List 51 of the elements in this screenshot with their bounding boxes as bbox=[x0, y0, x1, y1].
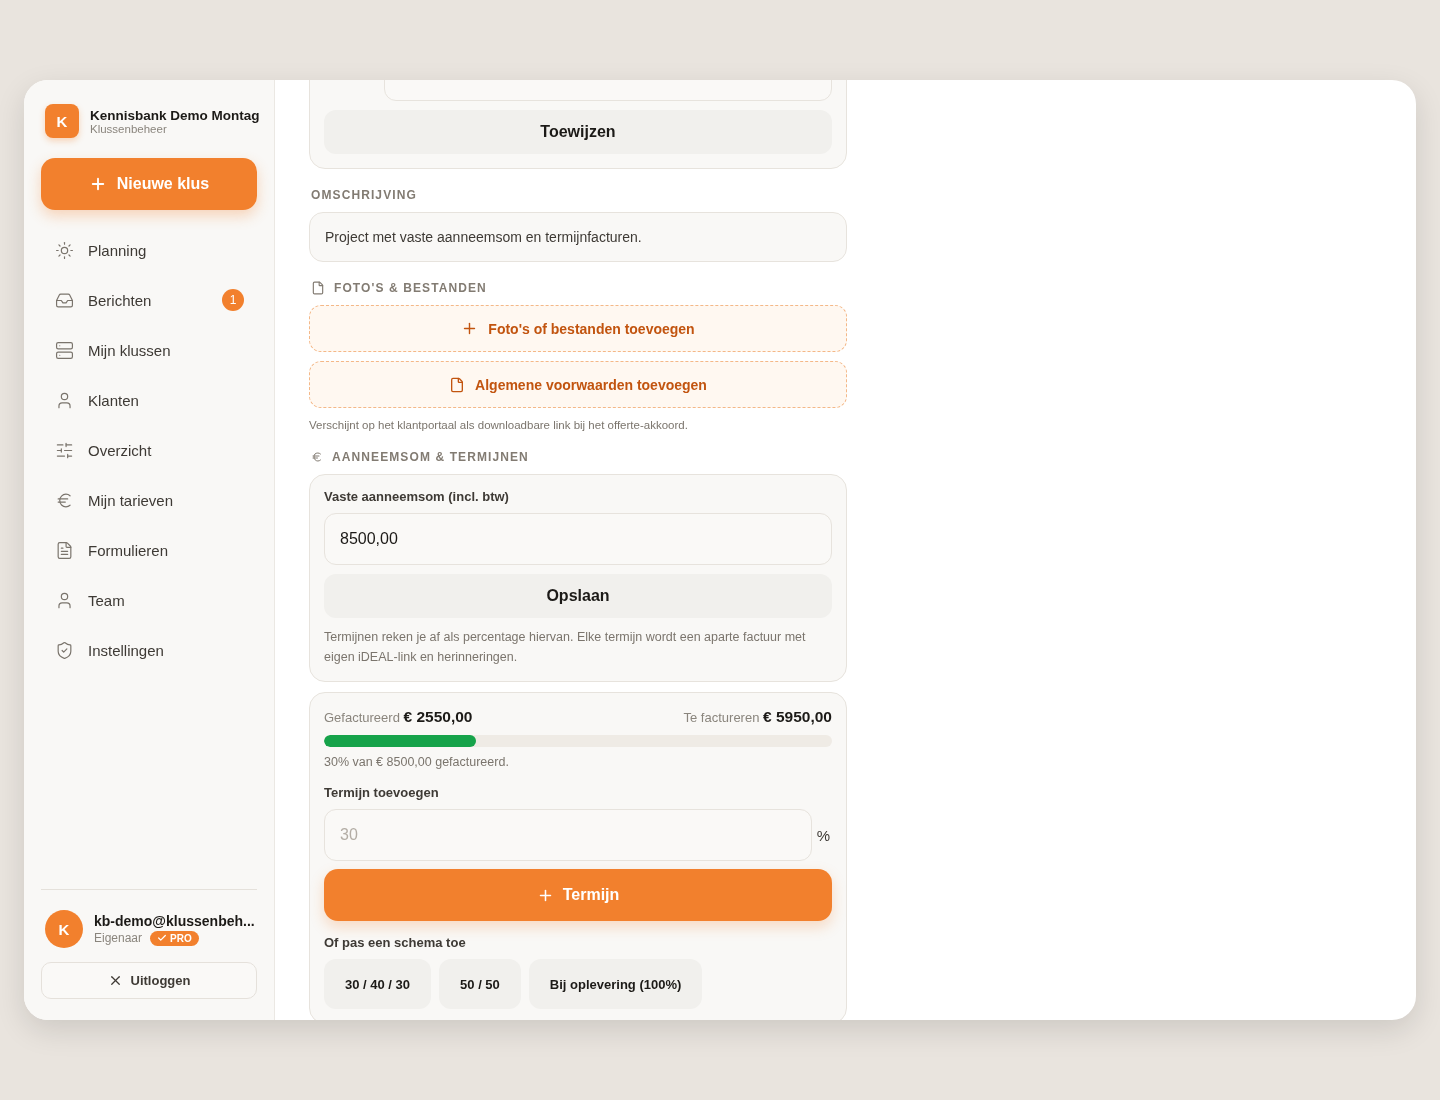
check-icon bbox=[157, 933, 168, 943]
assign-button[interactable]: Toewijzen bbox=[324, 110, 832, 154]
org-logo: K bbox=[45, 104, 79, 138]
section-heading: FOTO'S & BESTANDEN bbox=[334, 281, 487, 295]
nav-item[interactable]: Planning bbox=[41, 225, 257, 275]
sliders-icon bbox=[55, 440, 74, 460]
percent-unit: % bbox=[816, 826, 832, 844]
help-text: Termijnen reken je af als percentage hiervan. Elke termijn wordt een aparte factuur met eigen iDEAL-link en herinneringen. bbox=[324, 629, 807, 666]
schema-button[interactable]: 50 / 50 bbox=[439, 959, 521, 1009]
nav-item[interactable]: Overzicht bbox=[41, 425, 257, 475]
description-text: Project met vaste aanneemsom en termijnfacturen. bbox=[309, 212, 847, 262]
percentage-field[interactable]: 30 bbox=[324, 809, 812, 861]
nav-item[interactable]: Formulieren bbox=[41, 525, 257, 575]
progress-summary: 30% van € 8500,00 gefactureerd. bbox=[324, 755, 510, 769]
invoiced-total: Gefactureerd € 2550,00 bbox=[324, 708, 473, 726]
nav-item[interactable]: Instellingen bbox=[41, 625, 257, 675]
user-role: Eigenaar bbox=[94, 931, 143, 945]
unread-badge: 1 bbox=[222, 289, 244, 311]
section-heading: OMSCHRIJVING bbox=[311, 188, 417, 202]
section-heading: AANNEEMSOM & TERMIJNEN bbox=[332, 450, 529, 464]
nav-item[interactable]: Klanten bbox=[41, 375, 257, 425]
stack-icon bbox=[55, 340, 74, 360]
org-name: Kennisbank Demo Montag bbox=[90, 107, 260, 123]
file-icon bbox=[449, 376, 466, 393]
remaining-total: Te factureren € 5950,00 bbox=[683, 708, 832, 726]
sun-icon bbox=[55, 240, 74, 260]
nav-item[interactable]: Mijn klussen bbox=[41, 325, 257, 375]
user-email: kb-demo@klussenbeh... bbox=[94, 912, 255, 929]
shield-check-icon bbox=[55, 640, 74, 660]
euro-icon bbox=[311, 451, 323, 463]
file-icon bbox=[311, 281, 325, 295]
save-button[interactable]: Opslaan bbox=[324, 574, 832, 618]
upload-button[interactable]: Algemene voorwaarden toevoegen bbox=[309, 361, 847, 408]
nav-item[interactable]: Berichten 1 bbox=[41, 275, 257, 325]
logout-button[interactable]: Uitloggen bbox=[41, 962, 257, 999]
nav-item[interactable]: Team bbox=[41, 575, 257, 625]
user-avatar: K bbox=[45, 910, 83, 948]
schema-button[interactable]: 30 / 40 / 30 bbox=[324, 959, 432, 1009]
amount-field[interactable]: 8500,00 bbox=[324, 513, 832, 565]
upload-button[interactable]: Foto's of bestanden toevoegen bbox=[309, 305, 847, 352]
user-icon bbox=[55, 590, 74, 610]
field-label: Termijn toevoegen bbox=[324, 785, 440, 800]
nav-item[interactable]: Mijn tarieven bbox=[41, 475, 257, 525]
org-subtitle: Klussenbeheer bbox=[90, 122, 167, 135]
document-icon bbox=[55, 540, 74, 560]
field-label: Vaste aanneemsom (incl. btw) bbox=[324, 489, 510, 504]
pro-badge: PRO bbox=[150, 930, 199, 946]
field-label: Of pas een schema toe bbox=[324, 935, 467, 950]
files-note: Verschijnt op het klantportaal als downloadbare link bij het offerte-akkoord. bbox=[309, 419, 689, 431]
schema-button[interactable]: Bij oplevering (100%) bbox=[528, 959, 703, 1009]
user-icon bbox=[55, 390, 74, 410]
